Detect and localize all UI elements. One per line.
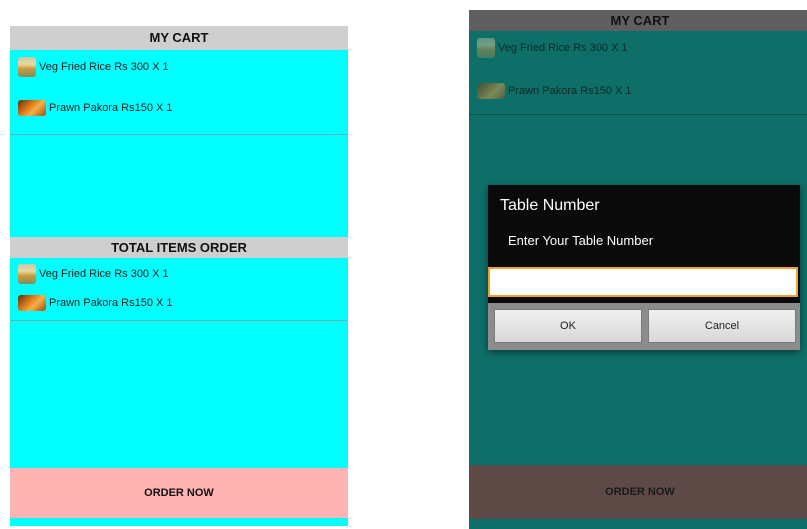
dialog-button-bar: OK Cancel — [488, 303, 800, 350]
list-divider — [469, 114, 807, 115]
prawn-pakora-thumbnail-icon — [18, 295, 46, 311]
order-item-label: Prawn Pakora Rs150 X 1 — [49, 297, 173, 309]
order-item[interactable]: Prawn Pakora Rs150 X 1 — [18, 295, 173, 311]
cart-screen: MY CART Veg Fried Rice Rs 300 X 1 Prawn … — [10, 26, 348, 526]
fried-rice-thumbnail-icon — [477, 38, 495, 58]
table-number-screen: MY CART Veg Fried Rice Rs 300 X 1 Prawn … — [469, 10, 807, 529]
order-item[interactable]: Veg Fried Rice Rs 300 X 1 — [18, 264, 169, 284]
prawn-pakora-thumbnail-icon — [18, 100, 46, 116]
dialog-message: Enter Your Table Number — [508, 233, 654, 248]
dialog-title: Table Number — [500, 197, 600, 214]
list-divider — [10, 134, 348, 135]
cart-item[interactable]: Prawn Pakora Rs150 X 1 — [477, 83, 632, 99]
cart-item[interactable]: Veg Fried Rice Rs 300 X 1 — [18, 57, 169, 77]
fried-rice-thumbnail-icon — [18, 264, 36, 284]
prawn-pakora-thumbnail-icon — [477, 83, 505, 99]
ok-button[interactable]: OK — [494, 309, 642, 343]
cart-item-label: Veg Fried Rice Rs 300 X 1 — [498, 42, 628, 54]
table-number-dialog: Table Number Enter Your Table Number OK … — [488, 185, 800, 350]
order-now-button[interactable]: ORDER NOW — [10, 468, 348, 518]
cart-item[interactable]: Prawn Pakora Rs150 X 1 — [18, 100, 173, 116]
cart-item[interactable]: Veg Fried Rice Rs 300 X 1 — [477, 38, 628, 58]
table-number-input[interactable] — [488, 267, 798, 297]
cart-item-label: Prawn Pakora Rs150 X 1 — [49, 102, 173, 114]
cart-item-label: Veg Fried Rice Rs 300 X 1 — [39, 61, 169, 73]
total-items-order-header: TOTAL ITEMS ORDER — [10, 237, 348, 258]
fried-rice-thumbnail-icon — [18, 57, 36, 77]
order-item-label: Veg Fried Rice Rs 300 X 1 — [39, 268, 169, 280]
cart-item-label: Prawn Pakora Rs150 X 1 — [508, 85, 632, 97]
my-cart-header: MY CART — [10, 26, 348, 50]
my-cart-header: MY CART — [469, 10, 807, 31]
order-now-button[interactable]: ORDER NOW — [469, 465, 807, 519]
cancel-button[interactable]: Cancel — [648, 309, 796, 343]
list-divider — [10, 320, 348, 321]
